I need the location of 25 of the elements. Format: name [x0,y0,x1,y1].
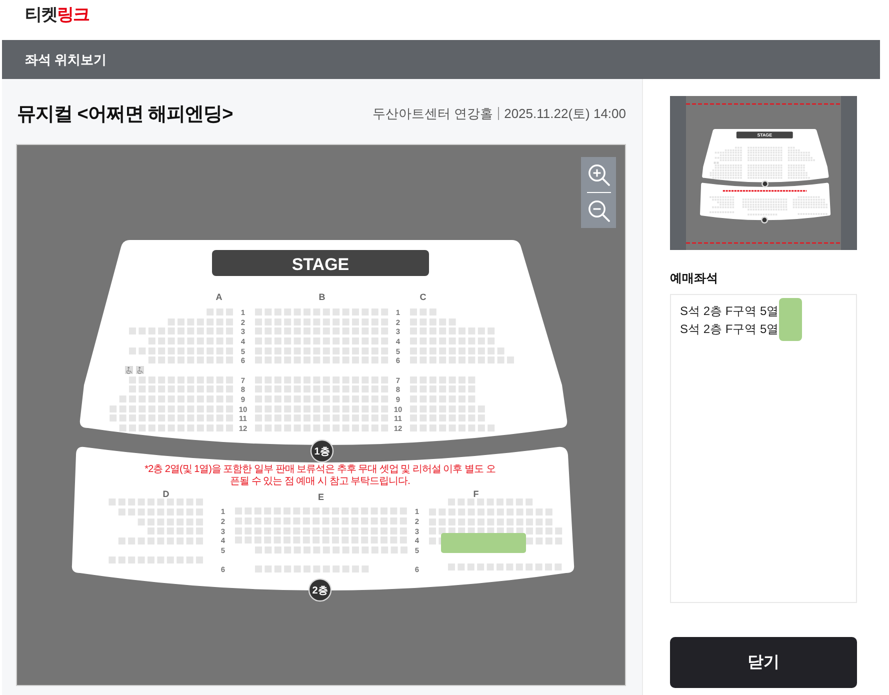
wheelchair-seat-icon [125,366,133,374]
logo[interactable]: 티켓링크 [25,3,89,27]
event-title: 뮤지컬 <어쩌면 해피엔딩> [17,102,233,126]
section-label: E [318,492,324,502]
floor-badge [308,578,332,602]
stage-label: STAGE [292,255,350,274]
date-time-text: 2025.11.22(토) 14:00 [504,104,626,122]
booked-seat-text: S석 2층 F구역 5열 [680,321,779,338]
notice-text: *2층 2열(및 1열)을 포함한 일부 판매 보류석은 추후 무대 셋업 및 리허설 이후 별도 오픈될 수 있는 점 예매 시 참고 부탁드립니다. [144,464,496,488]
venue-text: 두산아트센터 연강홀 [372,104,494,122]
wheelchair-seat-icon [136,366,144,374]
floor-badge [310,439,334,463]
section-label: A [216,292,222,302]
section-label: D [162,489,170,499]
zoom-in-icon [586,162,610,186]
booked-seat-text: S석 2층 F구역 5열 [680,303,779,320]
floor-label: 1층 [314,446,330,458]
zoom-out-icon [586,198,610,222]
section-label: B [318,292,326,302]
close-button[interactable]: 닫기 [670,637,857,688]
floor-label: 2층 [312,586,328,597]
section-label: C [420,292,426,302]
section-heading: 예매좌석 [670,270,718,286]
section-label: F [473,489,479,499]
page-title: 좌석 위치보기 [25,50,107,68]
